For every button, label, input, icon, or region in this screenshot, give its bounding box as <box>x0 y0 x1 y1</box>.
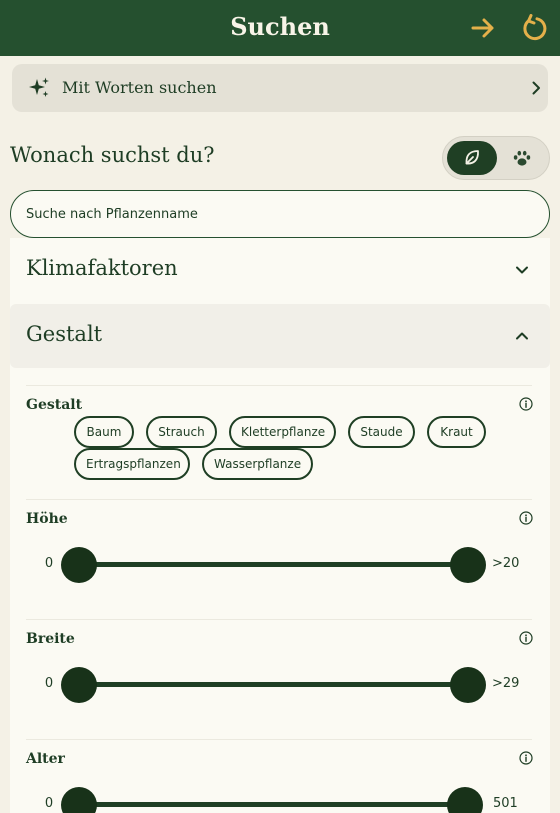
leaf-icon <box>465 150 479 165</box>
info-icon[interactable] <box>519 631 533 645</box>
hoehe-min-value: 0 <box>44 556 54 571</box>
chip-strauch[interactable]: Strauch <box>146 416 217 448</box>
accordion-title: Gestalt <box>26 322 103 346</box>
chevron-up-icon <box>516 332 528 340</box>
divider <box>26 739 532 740</box>
breite-slider: 0 >29 <box>0 665 560 705</box>
slider-max-handle[interactable] <box>450 547 486 583</box>
info-icon[interactable] <box>519 751 533 765</box>
alter-slider: 0 501 <box>0 785 560 813</box>
slider-track[interactable] <box>79 562 468 567</box>
slider-max-handle[interactable] <box>447 787 483 813</box>
reset-icon[interactable] <box>520 14 548 42</box>
chip-staude[interactable]: Staude <box>348 416 415 448</box>
arrow-right-icon[interactable] <box>469 14 497 42</box>
breite-max-value: >29 <box>492 676 520 691</box>
breite-min-value: 0 <box>44 676 54 691</box>
breite-label: Breite <box>26 631 75 647</box>
chip-kraut[interactable]: Kraut <box>427 416 486 448</box>
divider <box>26 499 532 500</box>
accordion-title: Klimafaktoren <box>26 256 178 280</box>
slider-track[interactable] <box>79 802 465 807</box>
alter-max-value: 501 <box>493 796 518 811</box>
gestalt-filter-label: Gestalt <box>26 397 83 413</box>
chip-kletterpflanze[interactable]: Kletterpflanze <box>229 416 336 448</box>
app-header: Suchen <box>0 0 560 56</box>
info-icon[interactable] <box>519 397 533 411</box>
hoehe-max-value: >20 <box>492 556 520 571</box>
hoehe-slider: 0 >20 <box>0 545 560 585</box>
category-toggle <box>442 136 550 180</box>
hoehe-label: Höhe <box>26 511 68 527</box>
alter-label: Alter <box>26 751 65 767</box>
chevron-down-icon <box>516 266 528 274</box>
slider-min-handle[interactable] <box>61 667 97 703</box>
chevron-right-icon <box>532 81 540 95</box>
divider <box>26 619 532 620</box>
word-search-label: Mit Worten suchen <box>62 78 217 97</box>
plant-name-search-input[interactable] <box>10 190 550 238</box>
paw-icon <box>513 150 531 166</box>
plants-toggle-option[interactable] <box>447 141 497 175</box>
accordion-klimafaktoren[interactable]: Klimafaktoren <box>10 238 550 302</box>
divider <box>26 385 532 386</box>
sparkle-icon <box>29 77 49 97</box>
alter-min-value: 0 <box>44 796 54 811</box>
accordion-gestalt[interactable]: Gestalt <box>10 304 550 368</box>
slider-track[interactable] <box>79 682 468 687</box>
slider-min-handle[interactable] <box>61 547 97 583</box>
animals-toggle-option[interactable] <box>497 141 547 175</box>
chip-ertragspflanzen[interactable]: Ertragspflanzen <box>74 448 190 480</box>
slider-min-handle[interactable] <box>61 787 97 813</box>
slider-max-handle[interactable] <box>450 667 486 703</box>
section-title: Wonach suchst du? <box>10 143 215 167</box>
chip-wasserpflanze[interactable]: Wasserpflanze <box>202 448 313 480</box>
info-icon[interactable] <box>519 511 533 525</box>
word-search-button[interactable]: Mit Worten suchen <box>12 64 548 112</box>
chip-baum[interactable]: Baum <box>74 416 134 448</box>
